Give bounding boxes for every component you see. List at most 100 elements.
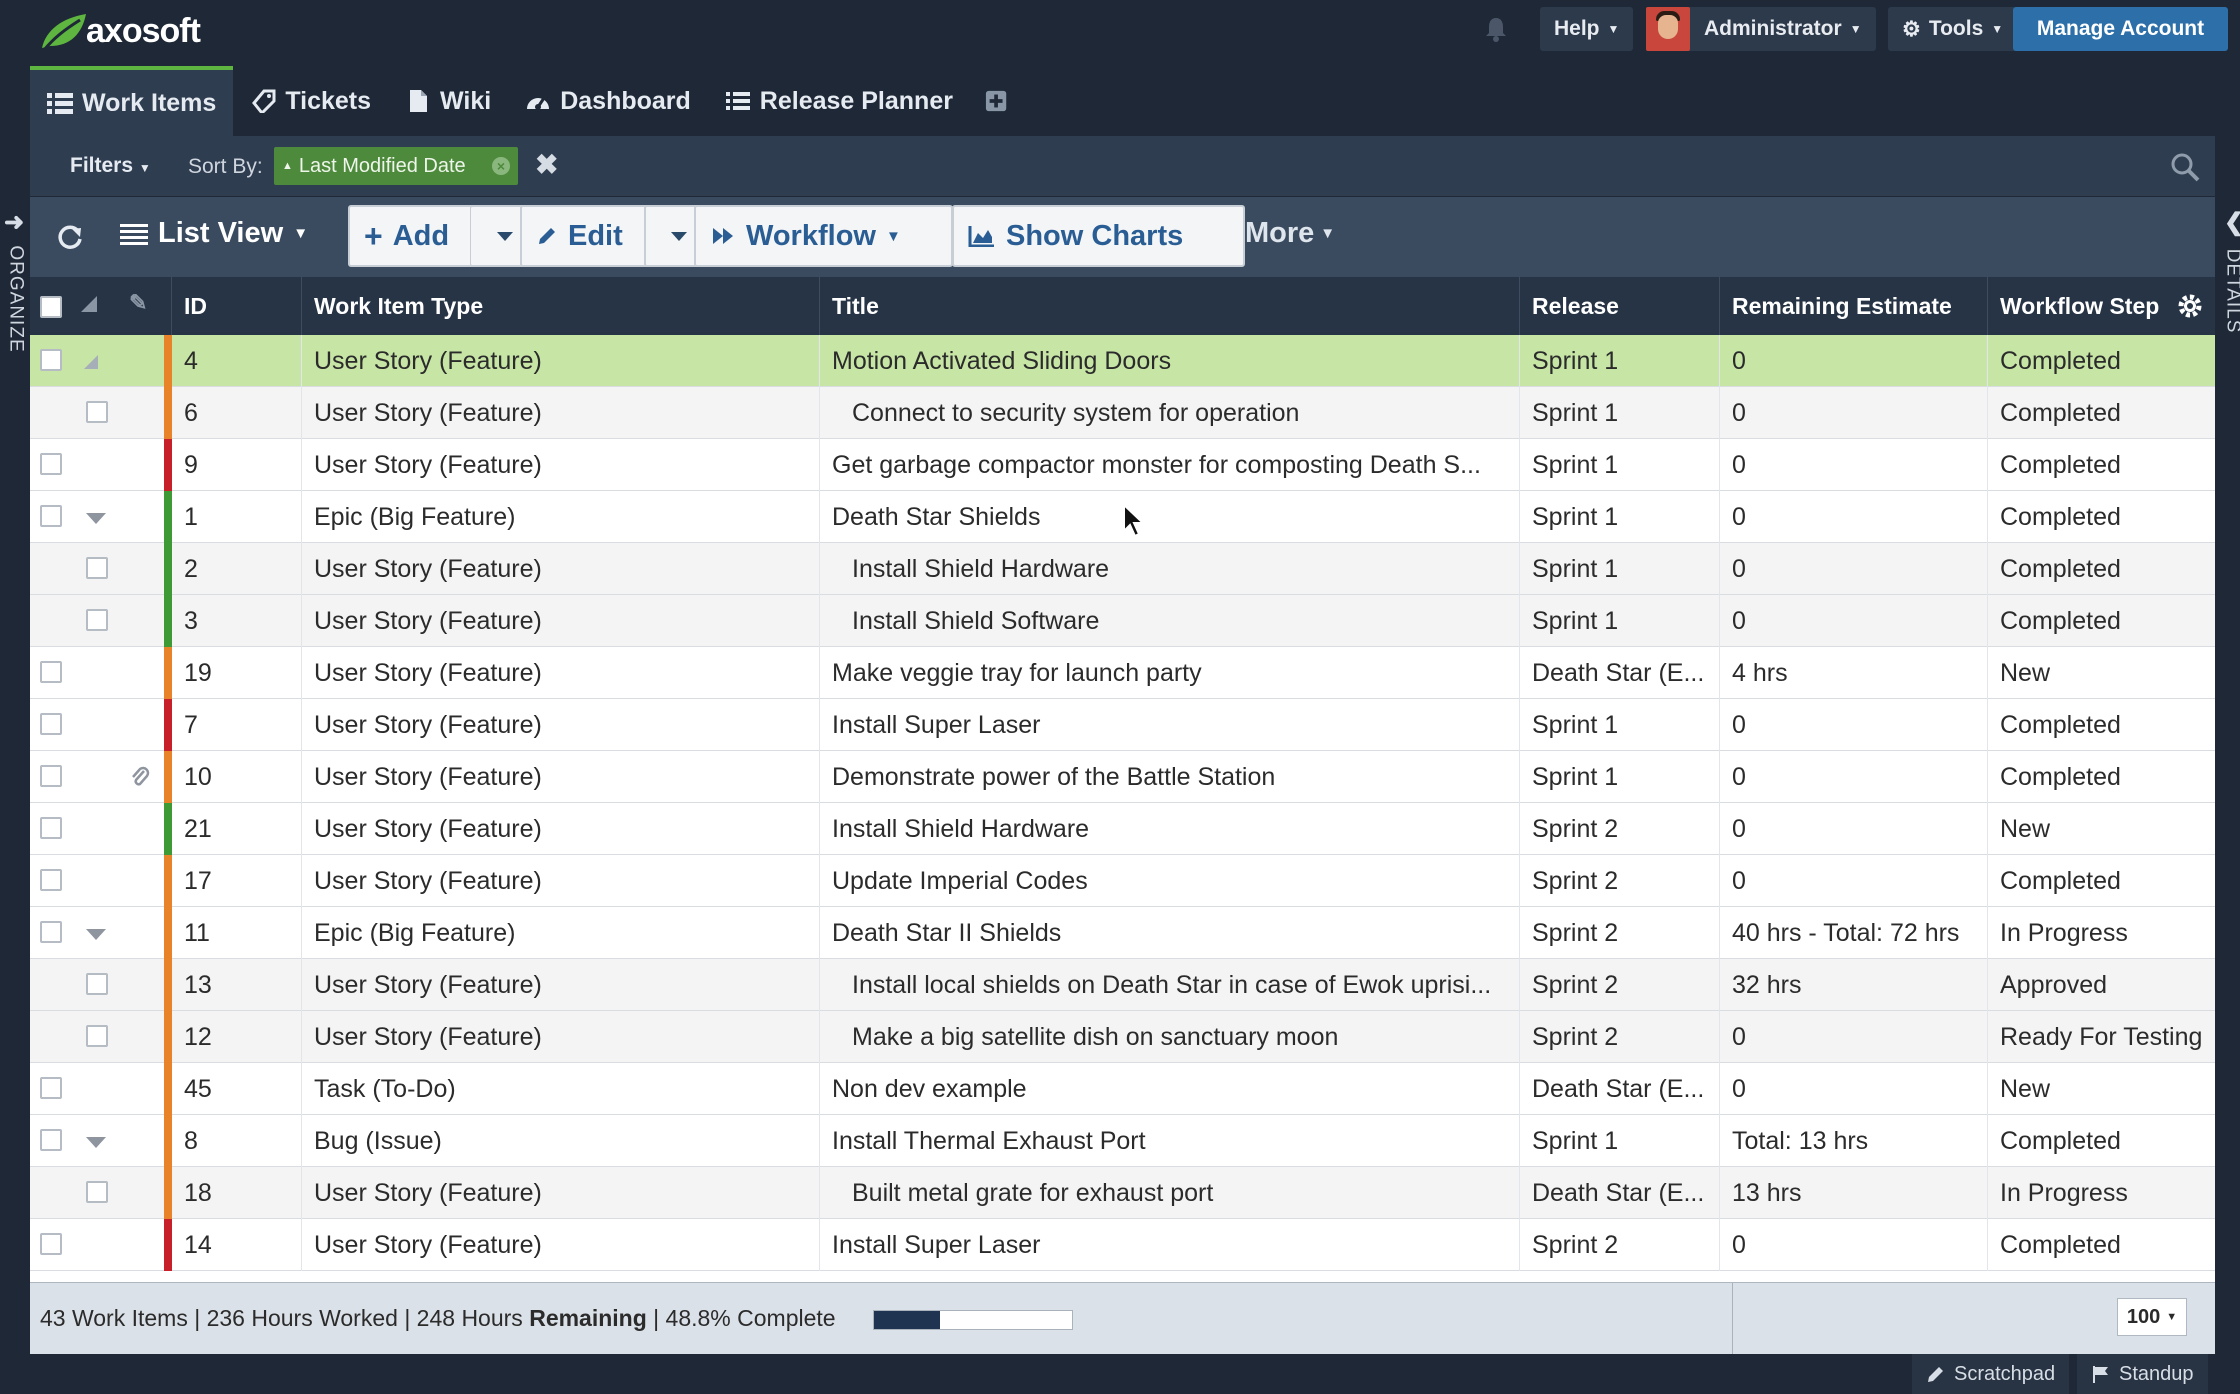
workflow-label: Workflow: [746, 219, 876, 252]
axosoft-logo[interactable]: axosoft: [36, 8, 201, 54]
table-row[interactable]: 45 Task (To-Do) Non dev example Death Star …: [30, 1063, 2215, 1115]
tab-work-items[interactable]: Work Items: [30, 66, 234, 136]
header-work-item-type[interactable]: Work Item Type: [302, 277, 820, 335]
filters-menu[interactable]: Filters ▼: [70, 154, 151, 178]
expand-collapse-icon[interactable]: [86, 513, 106, 524]
tools-menu-button[interactable]: ⚙ Tools ▼: [1888, 7, 2018, 51]
show-charts-button[interactable]: Show Charts: [952, 205, 1245, 267]
refresh-icon[interactable]: [56, 223, 84, 251]
row-checkbox[interactable]: [40, 505, 62, 527]
list-view-menu[interactable]: List View ▼: [120, 217, 308, 250]
row-checkbox[interactable]: [86, 1181, 108, 1203]
table-row[interactable]: 13 User Story (Feature) Install local shie…: [30, 959, 2215, 1011]
row-checkbox[interactable]: [40, 661, 62, 683]
tab-release-planner[interactable]: Release Planner: [708, 66, 970, 136]
column-settings-gear-icon[interactable]: [2175, 291, 2205, 321]
cell-release: Sprint 1: [1520, 543, 1720, 595]
cell-title: Death Star II Shields: [820, 907, 1520, 959]
table-row[interactable]: 3 User Story (Feature) Install Shield Soft…: [30, 595, 2215, 647]
caret-down-icon: ▼: [293, 225, 309, 242]
sort-chip[interactable]: ▲ Last Modified Date ×: [274, 147, 518, 185]
top-bar: axosoft Help ▼ Administrator ▼ ⚙ Tools ▼…: [0, 0, 2240, 62]
row-checkbox[interactable]: [86, 557, 108, 579]
row-checkbox[interactable]: [40, 1233, 62, 1255]
scratchpad-button[interactable]: Scratchpad: [1912, 1354, 2070, 1394]
header-remaining-estimate[interactable]: Remaining Estimate: [1720, 277, 1988, 335]
cell-release: Death Star (E...: [1520, 1167, 1720, 1219]
header-id[interactable]: ID: [172, 277, 302, 335]
add-tab-button[interactable]: [970, 66, 1024, 136]
standup-button[interactable]: Standup: [2077, 1354, 2208, 1394]
table-row[interactable]: 17 User Story (Feature) Update Imperial Co…: [30, 855, 2215, 907]
cell-release: Sprint 2: [1520, 959, 1720, 1011]
per-page-select[interactable]: 100 ▼: [2117, 1298, 2187, 1336]
cell-work-item-type: User Story (Feature): [302, 751, 820, 803]
more-menu[interactable]: More ▼: [1245, 217, 1335, 250]
row-checkbox[interactable]: [40, 921, 62, 943]
table-row[interactable]: 12 User Story (Feature) Make a big satelli…: [30, 1011, 2215, 1063]
row-checkbox[interactable]: [40, 453, 62, 475]
cell-remaining-estimate: 0: [1720, 491, 1988, 543]
remove-sort-icon[interactable]: ×: [492, 157, 510, 175]
tab-tickets[interactable]: Tickets: [233, 66, 388, 136]
row-checkbox[interactable]: [40, 349, 62, 371]
table-row[interactable]: 8 Bug (Issue) Install Thermal Exhaust Port…: [30, 1115, 2215, 1167]
header-release[interactable]: Release: [1520, 277, 1720, 335]
organize-panel-toggle[interactable]: ➜ ORGANIZE: [0, 200, 30, 353]
caret-down-icon: ▼: [1991, 22, 2004, 36]
tab-wiki[interactable]: Wiki: [388, 66, 508, 136]
paperclip-icon[interactable]: ✎: [129, 290, 147, 316]
row-checkbox[interactable]: [40, 765, 62, 787]
cell-remaining-estimate: 13 hrs: [1720, 1167, 1988, 1219]
table-row[interactable]: 18 User Story (Feature) Built metal grate …: [30, 1167, 2215, 1219]
row-checkbox[interactable]: [40, 817, 62, 839]
table-row[interactable]: 10 User Story (Feature) Demonstrate power …: [30, 751, 2215, 803]
select-all-checkbox[interactable]: [40, 296, 62, 318]
edit-button[interactable]: Edit: [520, 205, 660, 267]
caret-down-icon: ▼: [138, 161, 151, 175]
cell-workflow-step: Completed: [2000, 762, 2121, 791]
cell-title: Non dev example: [820, 1063, 1520, 1115]
paperclip-icon[interactable]: [130, 765, 150, 789]
table-row[interactable]: 9 User Story (Feature) Get garbage compact…: [30, 439, 2215, 491]
row-checkbox[interactable]: [40, 869, 62, 891]
table-row[interactable]: 14 User Story (Feature) Install Super Lase…: [30, 1219, 2215, 1271]
row-checkbox[interactable]: [86, 609, 108, 631]
row-checkbox[interactable]: [40, 1129, 62, 1151]
user-menu-button[interactable]: Administrator ▼: [1646, 7, 1876, 51]
scratchpad-label: Scratchpad: [1954, 1362, 2056, 1385]
plus-square-icon: [985, 90, 1007, 112]
table-row[interactable]: 6 User Story (Feature) Connect to security…: [30, 387, 2215, 439]
table-row[interactable]: 4 User Story (Feature) Motion Activated Sl…: [30, 335, 2215, 387]
table-row[interactable]: 7 User Story (Feature) Install Super Laser…: [30, 699, 2215, 751]
row-checkbox[interactable]: [86, 1025, 108, 1047]
search-icon[interactable]: [2170, 152, 2200, 182]
priority-color-bar: [164, 387, 172, 439]
expand-collapse-icon[interactable]: [86, 1137, 106, 1148]
planner-icon: [725, 92, 750, 110]
table-row[interactable]: 11 Epic (Big Feature) Death Star II Shield…: [30, 907, 2215, 959]
row-checkbox[interactable]: [40, 713, 62, 735]
bell-icon[interactable]: [1484, 16, 1508, 42]
row-checkbox[interactable]: [86, 973, 108, 995]
workflow-button[interactable]: Workflow ▼: [694, 205, 953, 267]
table-row[interactable]: 2 User Story (Feature) Install Shield Hard…: [30, 543, 2215, 595]
clear-filters-icon[interactable]: ✖: [535, 148, 558, 181]
cell-workflow-step: Completed: [2000, 502, 2121, 531]
help-menu-button[interactable]: Help ▼: [1540, 7, 1634, 51]
row-checkbox[interactable]: [86, 401, 108, 423]
priority-color-bar: [164, 543, 172, 595]
pencil-icon: [1928, 1367, 1943, 1382]
table-row[interactable]: 21 User Story (Feature) Install Shield Har…: [30, 803, 2215, 855]
cell-id: 17: [172, 855, 302, 907]
hierarchy-icon[interactable]: [81, 296, 97, 312]
tab-dashboard[interactable]: Dashboard: [508, 66, 708, 136]
priority-color-bar: [164, 1115, 172, 1167]
expand-collapse-icon[interactable]: [86, 929, 106, 940]
row-checkbox[interactable]: [40, 1077, 62, 1099]
summary-complete: | 48.8% Complete: [653, 1305, 836, 1331]
table-row[interactable]: 19 User Story (Feature) Make veggie tray f…: [30, 647, 2215, 699]
cell-remaining-estimate: 0: [1720, 335, 1988, 387]
header-title[interactable]: Title: [820, 277, 1520, 335]
manage-account-button[interactable]: Manage Account: [2013, 7, 2228, 51]
